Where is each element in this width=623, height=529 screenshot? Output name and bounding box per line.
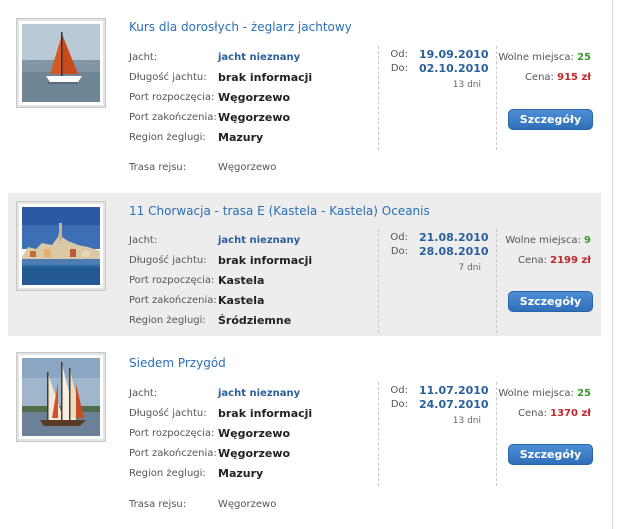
duration: 7 dni [458, 263, 481, 273]
price-label: Cena: [517, 255, 547, 266]
field-value: Węgorzewo [218, 447, 291, 460]
field-label: Port zakończenia: [129, 112, 217, 123]
seats-label: Wolne miejsca: [498, 388, 574, 399]
cruise-title[interactable]: Siedem Przygód [129, 356, 226, 370]
seats-value: 25 [577, 388, 591, 399]
field-value: Węgorzewo [218, 427, 291, 440]
details-button[interactable]: Szczegóły [508, 291, 593, 312]
from-label: Od: [390, 232, 408, 243]
town-image [22, 207, 100, 285]
free-seats: Wolne miejsca: 9 [471, 235, 591, 246]
to-date: 28.08.2010 [419, 245, 489, 258]
cruise-title[interactable]: 11 Chorwacja - trasa E (Kastela - Kastel… [129, 204, 430, 218]
sailboat-image [22, 358, 100, 436]
price-label: Cena: [517, 408, 547, 419]
cruise-thumbnail[interactable] [16, 18, 106, 108]
field-label: Port rozpoczęcia: [129, 92, 215, 103]
field-label: Port zakończenia: [129, 448, 217, 459]
field-value: Węgorzewo [218, 162, 277, 173]
price: Cena: 2199 zł [491, 255, 591, 266]
field-label: Region żeglugi: [129, 132, 206, 143]
duration: 13 dni [452, 80, 481, 90]
to-label: Do: [390, 246, 408, 257]
seats-value: 25 [577, 52, 591, 63]
field-label: Trasa rejsu: [129, 162, 187, 173]
seats-value: 9 [584, 235, 591, 246]
field-label: Jacht: [129, 388, 158, 399]
field-value: Mazury [218, 467, 264, 480]
field-value: brak informacji [218, 407, 313, 420]
field-label: Długość jachtu: [129, 72, 207, 83]
right-border [612, 0, 613, 529]
field-label: Długość jachtu: [129, 255, 207, 266]
field-label: Jacht: [129, 52, 158, 63]
price-value: 915 zł [557, 72, 591, 83]
from-label: Od: [390, 49, 408, 60]
cruise-thumbnail[interactable] [16, 352, 106, 442]
to-label: Do: [390, 399, 408, 410]
field-label: Region żeglugi: [129, 468, 206, 479]
field-label: Port rozpoczęcia: [129, 428, 215, 439]
sailboat-image [22, 24, 100, 102]
to-date: 24.07.2010 [419, 398, 489, 411]
to-label: Do: [390, 63, 408, 74]
details-button[interactable]: Szczegóły [508, 444, 593, 465]
field-value: brak informacji [218, 254, 313, 267]
field-label: Port rozpoczęcia: [129, 275, 215, 286]
details-button[interactable]: Szczegóły [508, 109, 593, 130]
field-label: Długość jachtu: [129, 408, 207, 419]
field-value: Węgorzewo [218, 499, 277, 510]
seats-label: Wolne miejsca: [505, 235, 581, 246]
cruise-card: Kurs dla dorosłych - żeglarz jachtowy Ja… [8, 12, 601, 182]
yacht-link[interactable]: jacht nieznany [218, 50, 300, 66]
price: Cena: 1370 zł [491, 408, 591, 419]
field-label: Trasa rejsu: [129, 499, 187, 510]
seats-label: Wolne miejsca: [498, 52, 574, 63]
to-date: 02.10.2010 [419, 62, 489, 75]
free-seats: Wolne miejsca: 25 [471, 52, 591, 63]
cruise-card: Siedem Przygód Jacht: jacht nieznany Dłu… [8, 346, 601, 521]
price-value: 2199 zł [550, 255, 591, 266]
field-value: Węgorzewo [218, 91, 291, 104]
yacht-link[interactable]: jacht nieznany [218, 386, 300, 402]
price-label: Cena: [524, 72, 554, 83]
field-value: Śródziemne [218, 314, 292, 327]
cruise-card: 11 Chorwacja - trasa E (Kastela - Kastel… [8, 193, 601, 336]
cruise-thumbnail[interactable] [16, 201, 106, 291]
field-value: Mazury [218, 131, 264, 144]
duration: 13 dni [452, 416, 481, 426]
cruise-title[interactable]: Kurs dla dorosłych - żeglarz jachtowy [129, 20, 352, 34]
yacht-link[interactable]: jacht nieznany [218, 233, 300, 249]
price-value: 1370 zł [550, 408, 591, 419]
field-value: Kastela [218, 274, 265, 287]
field-value: brak informacji [218, 71, 313, 84]
price: Cena: 915 zł [491, 72, 591, 83]
field-label: Port zakończenia: [129, 295, 217, 306]
field-label: Jacht: [129, 235, 158, 246]
field-value: Kastela [218, 294, 265, 307]
free-seats: Wolne miejsca: 25 [471, 388, 591, 399]
field-label: Region żeglugi: [129, 315, 206, 326]
field-value: Węgorzewo [218, 111, 291, 124]
from-label: Od: [390, 385, 408, 396]
